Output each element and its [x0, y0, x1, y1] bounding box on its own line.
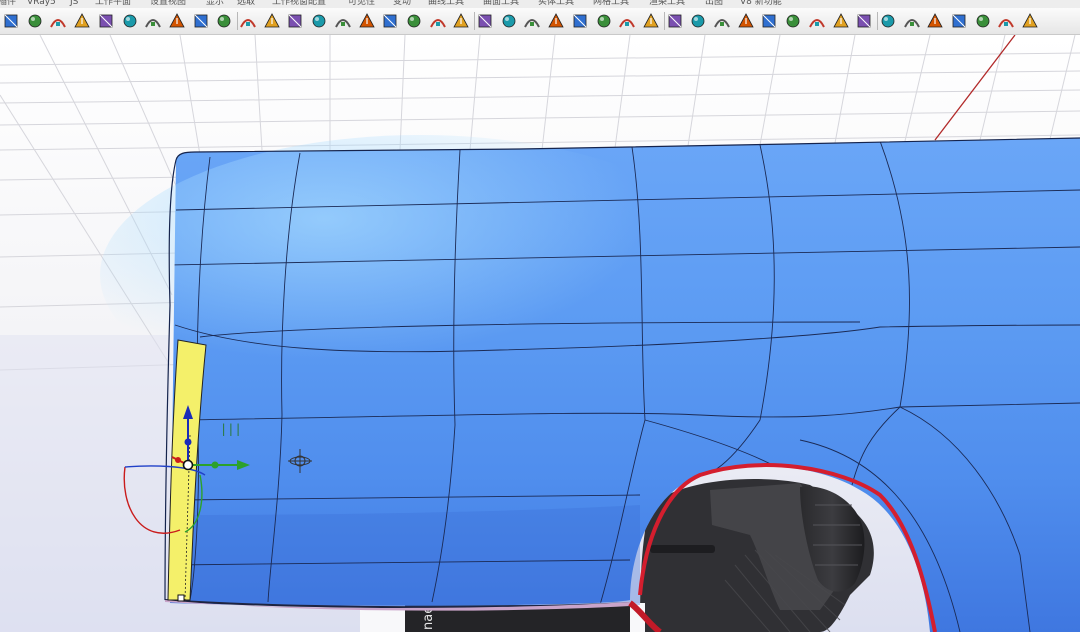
menu-item-curve-tools[interactable]: 曲线工具 — [428, 0, 464, 8]
layout-icon[interactable] — [974, 12, 992, 30]
record-history-icon[interactable] — [903, 12, 921, 30]
model-surface[interactable] — [100, 135, 1080, 632]
menu-item-visibility[interactable]: 可见性 — [348, 0, 375, 8]
solid-box-icon[interactable] — [523, 12, 541, 30]
menu-item-layout[interactable]: 出图 — [705, 0, 723, 8]
menu-item-js[interactable]: JS — [70, 0, 78, 8]
star-icon[interactable] — [381, 12, 399, 30]
prohibit-icon[interactable] — [879, 12, 897, 30]
menu-item-transform[interactable]: 变动 — [393, 0, 411, 8]
gumball-z-scale-handle[interactable] — [184, 438, 192, 446]
menu-item-cplane[interactable]: 工作平面 — [95, 0, 131, 8]
edge-surface-icon[interactable] — [144, 12, 162, 30]
toolbar-separator — [876, 12, 878, 30]
extrude-icon[interactable] — [49, 12, 67, 30]
zebra-icon[interactable] — [429, 12, 447, 30]
menu-item-render-tools[interactable]: 渲染工具 — [649, 0, 685, 8]
array-icon[interactable] — [26, 12, 44, 30]
grid-icon[interactable] — [310, 12, 328, 30]
menu-item-vray5[interactable]: VRay5 — [27, 0, 56, 8]
curve-tools-icon[interactable] — [2, 12, 20, 30]
sweep-icon[interactable] — [97, 12, 115, 30]
toolbar-separator — [474, 12, 475, 30]
menu-bar: 插件 VRay5 JS 工作平面 设置视图 显示 选取 工作视窗配置 可见性 变… — [0, 0, 1080, 8]
properties-icon[interactable] — [713, 12, 731, 30]
patch-icon[interactable] — [215, 12, 233, 30]
bend-icon[interactable] — [358, 12, 376, 30]
menu-item-solid-tools[interactable]: 实体工具 — [538, 0, 574, 8]
cylinder-icon[interactable] — [286, 12, 304, 30]
toolbar-separator — [237, 12, 238, 30]
menu-item-set-view[interactable]: 设置视图 — [150, 0, 186, 8]
sun-icon[interactable] — [784, 12, 802, 30]
texture-icon[interactable] — [832, 12, 850, 30]
perspective-viewport[interactable]: nae ||| — [0, 35, 1080, 632]
material-icon[interactable] — [855, 12, 873, 30]
menu-item-plugins[interactable]: 插件 — [0, 0, 16, 8]
join-icon[interactable] — [618, 12, 636, 30]
menu-item-select[interactable]: 选取 — [237, 0, 255, 8]
render-icon[interactable] — [760, 12, 778, 30]
blend-icon[interactable] — [168, 12, 186, 30]
split-icon[interactable] — [595, 12, 613, 30]
box-icon[interactable] — [263, 12, 281, 30]
shell-icon[interactable] — [689, 12, 707, 30]
erase-icon[interactable] — [1021, 12, 1039, 30]
document-icon[interactable] — [997, 12, 1015, 30]
layers-icon[interactable] — [737, 12, 755, 30]
wire-icon[interactable] — [334, 12, 352, 30]
gumball-origin[interactable] — [182, 459, 194, 471]
toolbar — [0, 8, 1080, 35]
toolbar-separator — [663, 12, 665, 30]
loft-icon[interactable] — [121, 12, 139, 30]
bounding-box-icon[interactable] — [547, 12, 565, 30]
menu-item-v8-new[interactable]: V8 新功能 — [740, 0, 782, 8]
surface-network-icon[interactable] — [192, 12, 210, 30]
draft-angle-icon[interactable] — [452, 12, 470, 30]
grid-snap-icon[interactable] — [500, 12, 518, 30]
cloud-icon[interactable] — [926, 12, 944, 30]
menu-item-surface-tools[interactable]: 曲面工具 — [483, 0, 519, 8]
environment-icon[interactable] — [808, 12, 826, 30]
puzzle-icon[interactable] — [950, 12, 968, 30]
dimension-icon[interactable] — [571, 12, 589, 30]
analyze-curvature-icon[interactable] — [405, 12, 423, 30]
point-edit-icon[interactable] — [239, 12, 257, 30]
chamfer-icon[interactable] — [642, 12, 660, 30]
surface-from-curves-icon[interactable] — [73, 12, 91, 30]
floor-plane — [0, 335, 170, 632]
control-point[interactable] — [177, 594, 185, 602]
fillet-edge-icon[interactable] — [666, 12, 684, 30]
gumball-y-scale-handle[interactable] — [211, 461, 219, 469]
menu-item-viewport-layout[interactable]: 工作视窗配置 — [272, 0, 326, 8]
gumball-x-scale-handle[interactable] — [175, 457, 181, 463]
menu-item-display[interactable]: 显示 — [206, 0, 224, 8]
handle-grip — [640, 479, 874, 632]
mesh-icon[interactable] — [476, 12, 494, 30]
grip-marks: ||| — [220, 422, 242, 436]
menu-item-mesh-tools[interactable]: 网格工具 — [593, 0, 629, 8]
